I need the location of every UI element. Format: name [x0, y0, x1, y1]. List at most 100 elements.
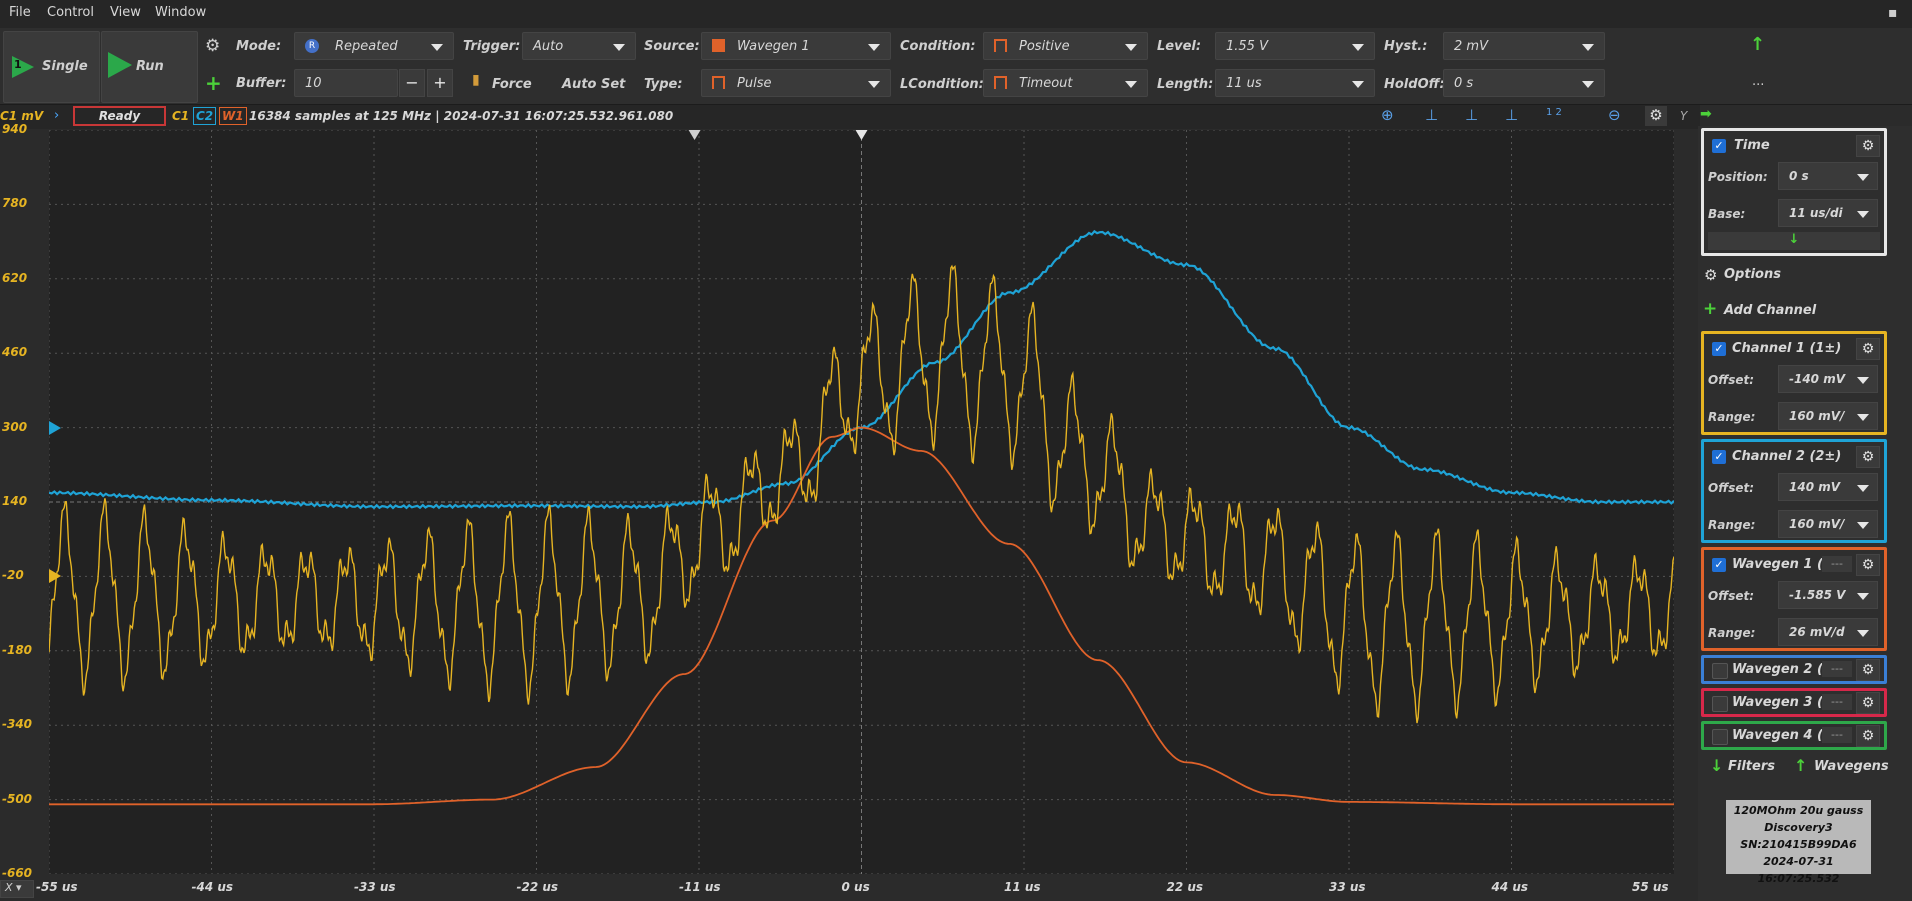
menu-view[interactable]: View	[110, 5, 141, 20]
level-select[interactable]: 1.55 V	[1215, 32, 1375, 60]
autoset-button[interactable]: Auto Set	[562, 77, 625, 92]
more-button[interactable]: ...	[1752, 74, 1764, 89]
channel-1-range-select[interactable]: 160 mV/	[1778, 402, 1878, 430]
filters-button[interactable]: Filters	[1728, 759, 1775, 774]
toolbar: 1 Single Run ⚙ + Mode: R Repeated Buffer:…	[0, 28, 1912, 105]
condition-select[interactable]: Positive	[983, 32, 1148, 60]
zoom-out-icon[interactable]: ⊖	[1608, 106, 1621, 124]
acquisition-info: 16384 samples at 125 MHz | 2024-07-31 16…	[249, 109, 674, 123]
time-checkbox[interactable]: ✓	[1712, 139, 1726, 153]
cursor-icon[interactable]: ⊥	[1425, 106, 1438, 124]
menu-file[interactable]: File	[9, 5, 31, 20]
channel-2-offset-value: 140 mV	[1789, 480, 1841, 494]
wavegen-1-offset-select[interactable]: -1.585 V	[1778, 581, 1878, 609]
trigger-position-marker[interactable]	[855, 130, 868, 140]
y-tick-label: 780	[2, 196, 28, 211]
gear-icon[interactable]: ⚙	[1856, 554, 1880, 576]
wavegens-button[interactable]: Wavegens	[1814, 759, 1889, 774]
length-select[interactable]: 11 us	[1215, 69, 1375, 97]
chevron-down-icon	[1125, 44, 1137, 51]
channel-order-icon[interactable]: 1 2	[1546, 107, 1562, 118]
offset-label: Offset:	[1708, 373, 1755, 387]
gear-icon[interactable]: ⚙	[205, 36, 220, 56]
window-restore-icon[interactable]: ▪	[1888, 5, 1898, 21]
c1-tag[interactable]: C1	[172, 109, 189, 123]
unit-label: C1 mV	[0, 109, 44, 123]
channel-1-group: ✓ Channel 1 (1±) ⚙ Offset: -140 mV Range…	[1701, 331, 1887, 435]
chevron-down-icon	[1857, 414, 1869, 421]
chevron-right-icon[interactable]: ›	[54, 108, 59, 123]
wavegen-2-checkbox[interactable]	[1712, 663, 1728, 679]
buffer-increment-button[interactable]: +	[427, 69, 453, 97]
source-select[interactable]: Wavegen 1	[701, 32, 891, 60]
add-channel-button[interactable]: Add Channel	[1724, 303, 1816, 318]
y-tick-label: -340	[2, 717, 33, 732]
menu-window[interactable]: Window	[155, 5, 206, 20]
cursor-icon-3[interactable]: ⊥	[1505, 106, 1518, 124]
menu-control[interactable]: Control	[47, 5, 94, 20]
gear-icon[interactable]: ⚙	[1856, 725, 1880, 747]
y-axis-button[interactable]: Y	[1680, 109, 1687, 123]
offset-label: Offset:	[1708, 481, 1755, 495]
channel-2-offset-marker[interactable]	[49, 420, 61, 435]
channel-1-offset-marker[interactable]	[49, 569, 61, 584]
condition-value: Positive	[1019, 39, 1070, 54]
gear-icon[interactable]: ⚙	[1856, 338, 1880, 360]
gear-icon[interactable]: ⚙	[1856, 135, 1880, 157]
buffer-input[interactable]: 10	[294, 69, 398, 97]
channel-2-range-select[interactable]: 160 mV/	[1778, 510, 1878, 538]
type-select[interactable]: Pulse	[701, 69, 891, 97]
wavegen-1-checkbox[interactable]: ✓	[1712, 558, 1726, 572]
level-value: 1.55 V	[1226, 39, 1268, 54]
chevron-down-icon	[1582, 81, 1594, 88]
gear-icon[interactable]: ⚙	[1704, 266, 1717, 284]
channel-2-checkbox[interactable]: ✓	[1712, 450, 1726, 464]
cursor-marker[interactable]	[688, 130, 701, 140]
x-axis-button[interactable]: X ▾	[0, 880, 34, 898]
lcondition-select[interactable]: Timeout	[983, 69, 1148, 97]
buffer-decrement-button[interactable]: −	[399, 69, 425, 97]
zoom-in-icon[interactable]: ⊕	[1381, 106, 1394, 124]
holdoff-select[interactable]: 0 s	[1443, 69, 1605, 97]
position-label: Position:	[1708, 170, 1768, 184]
mode-select[interactable]: R Repeated	[294, 32, 454, 60]
channel-2-group: ✓ Channel 2 (2±) ⚙ Offset: 140 mV Range:…	[1701, 439, 1887, 543]
c2-tag[interactable]: C2	[193, 107, 217, 125]
source-label: Source:	[644, 39, 700, 54]
add-icon[interactable]: +	[205, 71, 222, 95]
length-label: Length:	[1157, 77, 1214, 92]
wavegen-4-checkbox[interactable]	[1712, 729, 1728, 745]
plot-area[interactable]	[48, 129, 1675, 875]
gear-icon[interactable]: ⚙	[1856, 659, 1880, 681]
wavegen-3-checkbox[interactable]	[1712, 696, 1728, 712]
channel-2-offset-select[interactable]: 140 mV	[1778, 473, 1878, 501]
trigger-select[interactable]: Auto	[522, 32, 636, 60]
y-tick-label: 940	[2, 122, 28, 136]
device-timestamp: 2024-07-31 16:07:25.532	[1757, 855, 1840, 885]
collapse-time-button[interactable]: ↓	[1708, 232, 1880, 250]
hyst-select[interactable]: 2 mV	[1443, 32, 1605, 60]
w1-tag[interactable]: W1	[219, 107, 247, 125]
arrow-right-icon[interactable]: ➡	[1700, 106, 1712, 122]
gear-icon[interactable]: ⚙	[1856, 692, 1880, 714]
single-button[interactable]: 1 Single	[3, 31, 100, 103]
single-count: 1	[14, 58, 22, 71]
channel-1-range-value: 160 mV/	[1789, 409, 1845, 423]
x-tick-label: 33 us	[1329, 880, 1366, 894]
position-select[interactable]: 0 s	[1778, 162, 1878, 190]
gear-icon[interactable]: ⚙	[1645, 106, 1667, 126]
offset-label: Offset:	[1708, 589, 1755, 603]
base-select[interactable]: 11 us/di	[1778, 199, 1878, 227]
wavegen-1-group: ✓ Wavegen 1 (W1 --- ⚙ Offset: -1.585 V R…	[1701, 547, 1887, 651]
channel-1-checkbox[interactable]: ✓	[1712, 342, 1726, 356]
run-button[interactable]: Run	[101, 31, 198, 103]
wavegen-1-status: ---	[1822, 556, 1852, 572]
wavegen-1-range-select[interactable]: 26 mV/d	[1778, 618, 1878, 646]
force-button[interactable]: Force	[492, 77, 532, 92]
cursor-icon-2[interactable]: ⊥	[1465, 106, 1478, 124]
channel-1-offset-select[interactable]: -140 mV	[1778, 365, 1878, 393]
options-button[interactable]: Options	[1724, 267, 1781, 282]
add-icon[interactable]: +	[1703, 299, 1717, 319]
gear-icon[interactable]: ⚙	[1856, 446, 1880, 468]
arrow-up-icon[interactable]: ↑	[1750, 34, 1765, 55]
